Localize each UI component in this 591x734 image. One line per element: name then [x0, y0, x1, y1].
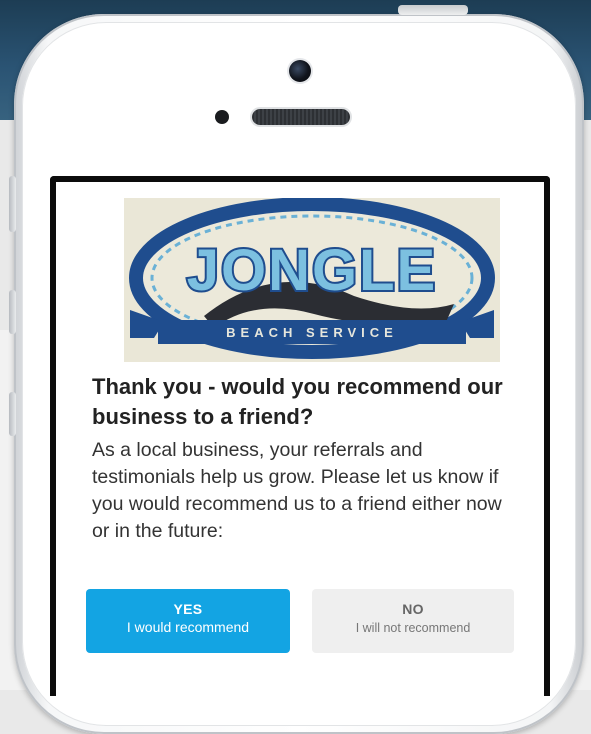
business-logo: BEACH SERVICE JONGLE	[124, 198, 500, 362]
proximity-sensor	[215, 110, 229, 124]
phone-volume-down-button	[9, 392, 16, 436]
phone-mute-switch	[9, 176, 16, 232]
phone-volume-up-button	[9, 290, 16, 334]
logo-subtitle: BEACH SERVICE	[226, 325, 398, 340]
recommend-description: As a local business, your referrals and …	[92, 439, 502, 542]
recommend-question: Thank you - would you recommend our busi…	[92, 374, 503, 429]
no-recommend-button[interactable]: NO I will not recommend	[312, 589, 514, 653]
no-button-title: NO	[402, 601, 424, 617]
earpiece-speaker	[252, 109, 350, 125]
no-button-subtitle: I will not recommend	[355, 621, 471, 635]
phone-screen: BEACH SERVICE JONGLE Thank you - would y…	[50, 176, 550, 696]
phone-power-button	[398, 5, 468, 15]
yes-button-subtitle: I would recommend	[126, 619, 250, 635]
yes-button-title: YES	[173, 601, 203, 617]
front-camera-icon	[289, 60, 311, 82]
logo-graphic: BEACH SERVICE JONGLE	[129, 198, 495, 359]
yes-recommend-button[interactable]: YES I would recommend	[86, 589, 290, 653]
logo-title: JONGLE	[187, 238, 438, 303]
